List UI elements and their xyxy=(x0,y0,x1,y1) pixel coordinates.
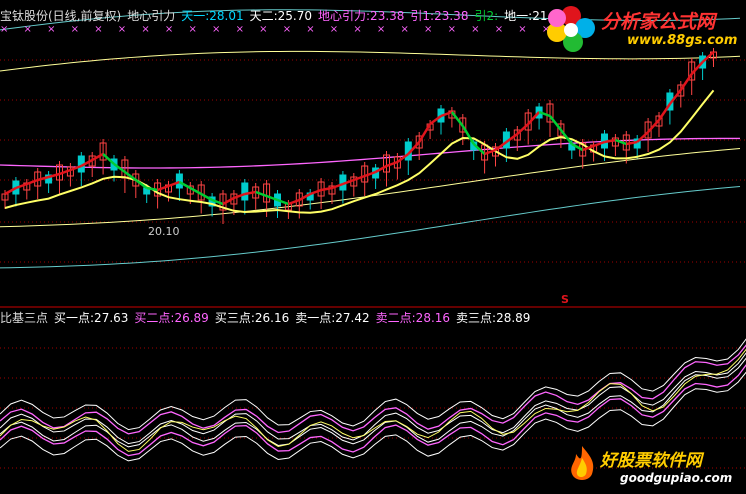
dixin-value: 地心引力:23.38 xyxy=(318,9,405,23)
trend-segment xyxy=(636,131,649,143)
sell2-value: 卖二点:28.16 xyxy=(375,311,451,325)
watermark-bottom-url: goodgupiao.com xyxy=(620,471,733,485)
trend-segment xyxy=(549,115,562,131)
trend-segment xyxy=(320,186,333,192)
low-price-label: 20.10 xyxy=(148,225,180,238)
trend-segment xyxy=(26,178,39,186)
sub-indicator-name: 比基三点 xyxy=(0,311,49,325)
trend-segment xyxy=(48,172,60,179)
trend-segment xyxy=(157,184,169,192)
trend-segment xyxy=(91,152,104,162)
trend-segment xyxy=(59,168,71,176)
trend-segment xyxy=(484,148,496,156)
buy2-value: 买二点:26.89 xyxy=(134,311,209,325)
watermark-top-title: 分析家公式网 xyxy=(601,11,716,33)
moving-average-line xyxy=(4,89,715,214)
upper-band-2 xyxy=(0,50,741,72)
sub-chart-panel[interactable]: 比基三点 买一点:27.63 买二点:26.89 买三点:26.16 卖一点:27.42… xyxy=(0,308,746,494)
tian2-value: 天二:25.70 xyxy=(249,9,313,23)
indicator-legend: 宝钛股份(日线,前复权) 地心引力 天一:28.01 天二:25.70 地心引力:23.… xyxy=(0,9,573,23)
trend-segment xyxy=(679,73,693,91)
candle-body xyxy=(175,173,183,189)
trend-segment xyxy=(189,186,202,196)
yin1-value: 引1:23.38 xyxy=(410,9,469,23)
trend-segment xyxy=(309,188,322,196)
stock-name: 宝钛股份(日线,前复权) xyxy=(0,9,122,23)
yin2-value: 引2: xyxy=(474,9,499,23)
signal-marks: × × × × × × × × × × × × × × × × × × × × … xyxy=(0,24,557,35)
watermark-bottom: 好股票软件网 goodgupiao.com xyxy=(562,438,746,494)
trend-segment xyxy=(450,111,464,127)
flame-logo-icon xyxy=(571,446,594,480)
tian1-value: 天一:28.01 xyxy=(181,9,244,23)
main-chart-panel[interactable]: 宝钛股份(日线,前复权) 地心引力 天一:28.01 天二:25.70 地心引力:23.… xyxy=(0,0,746,308)
trend-segment xyxy=(222,196,235,206)
buy1-value: 买一点:27.63 xyxy=(54,311,129,325)
buy3-value: 买三点:26.16 xyxy=(214,311,290,325)
sell1-value: 卖一点:27.42 xyxy=(295,311,370,325)
indicator-name: 地心引力 xyxy=(127,9,176,23)
watermark-top-url: www.88gs.com xyxy=(627,33,738,48)
lower-band-2 xyxy=(0,186,741,269)
flower-logo-icon xyxy=(547,6,595,52)
sell-signal-marker: S xyxy=(561,293,569,306)
trend-segment xyxy=(657,103,671,121)
trend-segment xyxy=(418,123,432,143)
buy1-line xyxy=(0,357,746,448)
trend-segment xyxy=(386,160,398,168)
sell3-value: 卖三点:28.89 xyxy=(456,311,531,325)
trend-segment xyxy=(516,123,530,135)
trend-segment xyxy=(255,190,268,198)
watermark-top: 分析家公式网 www.88gs.com xyxy=(543,0,746,54)
watermark-bottom-title: 好股票软件网 xyxy=(600,451,702,471)
sub-indicator-legend: 比基三点 买一点:27.63 买二点:26.89 买三点:26.16 卖一点:27.42… xyxy=(0,311,536,325)
sell2-line xyxy=(0,344,746,435)
trend-segment xyxy=(461,125,475,145)
candle-body xyxy=(241,182,249,201)
trend-segment xyxy=(287,198,300,206)
sell3-line xyxy=(0,338,746,431)
